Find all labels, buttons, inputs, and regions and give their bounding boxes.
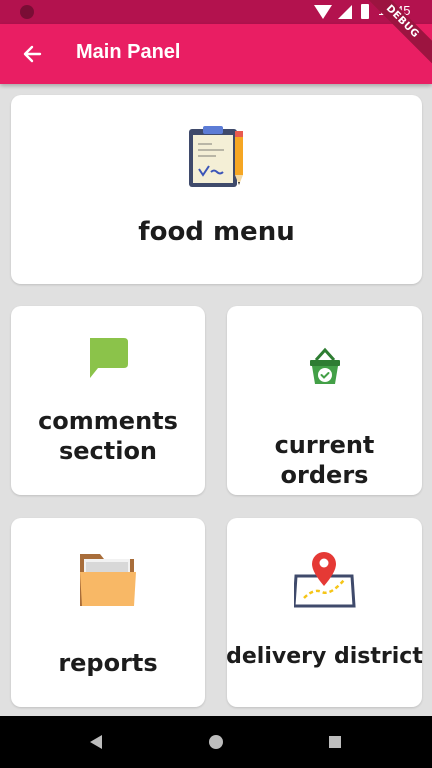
battery-icon [361, 4, 369, 19]
comments-section-card[interactable]: comments section [11, 306, 205, 495]
map-pin-icon [291, 550, 356, 612]
comments-section-label: comments section [38, 406, 178, 466]
notification-dot-icon [20, 5, 34, 19]
page-title: Main Panel [76, 41, 181, 63]
comment-icon [86, 336, 130, 384]
folder-icon [78, 550, 138, 614]
app-bar: Main Panel [0, 24, 432, 84]
comments-section-label-line1: comments [38, 407, 178, 435]
clipboard-icon [187, 125, 247, 193]
reports-label: reports [58, 649, 158, 677]
nav-back-icon[interactable] [90, 735, 102, 749]
status-bar: 10:45 [0, 0, 432, 24]
nav-home-icon[interactable] [209, 735, 223, 749]
wifi-icon [314, 5, 332, 19]
comments-section-label-line2: section [58, 437, 158, 465]
system-nav-bar [0, 716, 432, 768]
food-menu-label: food menu [138, 217, 295, 247]
back-button[interactable] [14, 36, 50, 72]
delivery-district-label: delivery district [226, 644, 423, 669]
signal-icon [338, 5, 352, 19]
current-orders-card[interactable]: current orders [227, 306, 422, 495]
food-menu-card[interactable]: food menu [11, 95, 422, 284]
nav-recent-apps-icon[interactable] [329, 736, 341, 748]
delivery-district-card[interactable]: delivery district [226, 518, 423, 707]
basket-icon [309, 346, 341, 390]
arrow-left-icon [23, 45, 42, 63]
current-orders-label: current orders [274, 431, 375, 489]
reports-card[interactable]: reports [11, 518, 205, 707]
